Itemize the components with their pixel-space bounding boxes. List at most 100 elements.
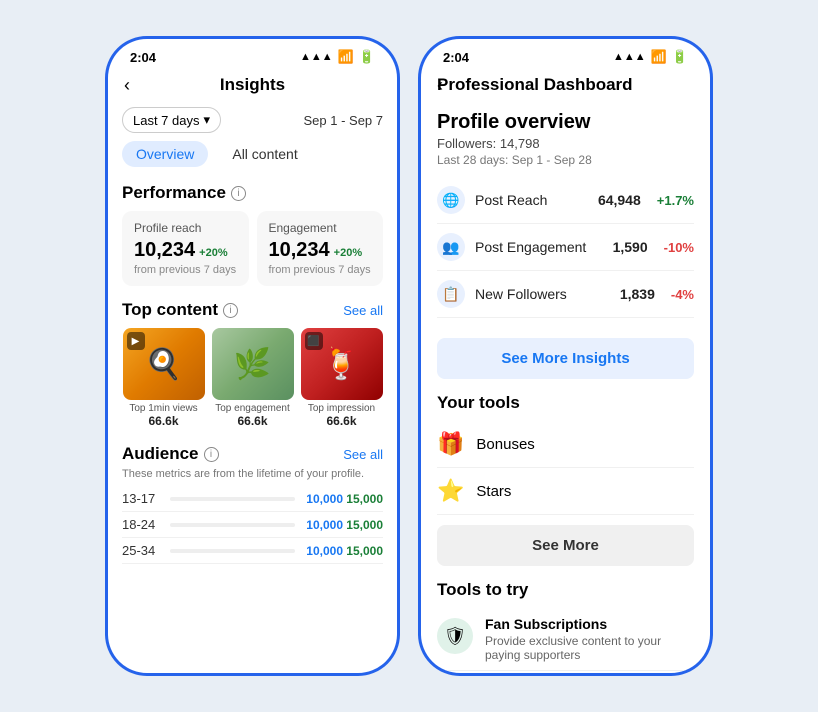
age-label-3: 25-34 [122,543,162,558]
date-range-button[interactable]: Last 7 days ▾ [122,107,221,133]
metric-engagement-from: from previous 7 days [269,264,372,276]
aud-val1-1: 10,000 [303,492,343,506]
post-engagement-value: 1,590 [613,239,648,255]
chevron-down-icon: ▾ [204,112,211,128]
signal-icon: ▲▲▲ [300,51,333,63]
audience-row-1: 13-17 10,000 15,000 [122,486,383,512]
metric-engagement-change: +20% [334,247,362,259]
profile-overview-title: Profile overview [437,111,694,134]
top-content-header: Top content i See all [108,296,397,328]
right-nav-title: Professional Dashboard [437,75,633,95]
aud-val2-3: 15,000 [343,544,383,558]
reel-icon: ⬛ [305,332,323,350]
new-followers-value: 1,839 [620,286,655,302]
your-tools-title: Your tools [437,393,694,413]
metric-engagement-value: 10,234 [269,239,330,262]
audience-subtitle: These metrics are from the lifetime of y… [122,468,383,480]
audience-section: Audience i See all These metrics are fro… [108,432,397,564]
content-thumb-3: 🍹 ⬛ Top impression 66.6k [300,328,383,428]
post-reach-icon: 🌐 [437,186,465,214]
metric-engagement-label: Engagement [269,221,372,235]
see-more-button[interactable]: See More [437,525,694,566]
top-content-see-all[interactable]: See all [343,303,383,318]
wifi-icon: 📶 [338,49,354,65]
aud-val1-2: 10,000 [303,518,343,532]
metric-card-engagement: Engagement 10,234 +20% from previous 7 d… [257,211,384,286]
performance-title-row: Performance i [108,177,397,211]
metric-reach-label: Profile reach [134,221,237,235]
left-status-icons: ▲▲▲ 📶 🔋 [300,49,375,65]
stat-row-new-followers: 📋 New Followers 1,839 -4% [437,271,694,318]
left-back-button[interactable]: ‹ [124,75,130,96]
performance-title: Performance [122,183,226,203]
thumb-label-1: Top 1min views [129,403,197,414]
audience-row-2: 18-24 10,000 15,000 [122,512,383,538]
date-range-label: Sep 1 - Sep 7 [304,113,384,128]
profile-overview-section: Profile overview Followers: 14,798 Last … [421,103,710,328]
stars-icon: ⭐ [437,478,464,504]
phones-container: 2:04 ▲▲▲ 📶 🔋 ‹ Insights Last 7 days ▾ Se… [85,16,733,696]
right-time: 2:04 [443,50,469,65]
try-item-fan-subscriptions[interactable]: 🛡 Fan Subscriptions Provide exclusive co… [437,608,694,671]
metric-card-reach: Profile reach 10,234 +20% from previous … [122,211,249,286]
post-reach-change: +1.7% [657,193,694,208]
tools-to-try-section: Tools to try 🛡 Fan Subscriptions Provide… [421,576,710,671]
right-phone: 2:04 ▲▲▲ 📶 🔋 ‹ Professional Dashboard Pr… [418,36,713,676]
post-engagement-label: Post Engagement [475,239,603,255]
new-followers-label: New Followers [475,286,610,302]
post-reach-label: Post Reach [475,192,588,208]
tab-overview[interactable]: Overview [122,141,208,167]
tool-item-stars[interactable]: ⭐ Stars [437,468,694,515]
performance-info-icon[interactable]: i [231,186,246,201]
right-status-icons: ▲▲▲ 📶 🔋 [613,49,688,65]
bonuses-label: Bonuses [476,436,534,453]
audience-title: Audience [122,444,199,464]
left-nav-title: Insights [220,75,285,95]
left-time: 2:04 [130,50,156,65]
content-thumb-1: 🍳 ▶ Top 1min views 66.6k [122,328,205,428]
top-content-title: Top content [122,300,218,320]
battery-icon-right: 🔋 [672,49,688,65]
tab-all-content[interactable]: All content [218,141,311,167]
post-reach-value: 64,948 [598,192,641,208]
tools-to-try-title: Tools to try [437,580,694,600]
age-label-1: 13-17 [122,491,162,506]
audience-row-3: 25-34 10,000 15,000 [122,538,383,564]
top-content-info-icon[interactable]: i [223,303,238,318]
age-label-2: 18-24 [122,517,162,532]
tool-item-bonuses[interactable]: 🎁 Bonuses [437,421,694,468]
thumb-count-2: 66.6k [237,414,267,428]
video-icon: ▶ [127,332,145,350]
battery-icon: 🔋 [359,49,375,65]
new-followers-icon: 📋 [437,280,465,308]
thumb-label-3: Top impression [308,403,375,414]
profile-date-range: Last 28 days: Sep 1 - Sep 28 [437,153,694,167]
content-images-row: 🍳 ▶ Top 1min views 66.6k 🌿 Top engagemen… [108,328,397,432]
post-engagement-icon: 👥 [437,233,465,261]
thumb-img-3: 🍹 ⬛ [301,328,383,400]
see-more-insights-button[interactable]: See More Insights [437,338,694,379]
profile-followers: Followers: 14,798 [437,136,694,151]
metric-reach-value: 10,234 [134,239,195,262]
thumb-count-1: 66.6k [148,414,178,428]
right-back-button[interactable]: ‹ [437,75,443,96]
content-thumb-2: 🌿 Top engagement 66.6k [211,328,294,428]
fan-subscriptions-label: Fan Subscriptions [485,616,694,632]
controls-row: Last 7 days ▾ Sep 1 - Sep 7 [108,103,397,141]
audience-info-icon[interactable]: i [204,447,219,462]
wifi-icon-right: 📶 [651,49,667,65]
fan-subscriptions-desc: Provide exclusive content to your paying… [485,634,694,662]
thumb-img-2: 🌿 [212,328,294,400]
left-status-bar: 2:04 ▲▲▲ 📶 🔋 [108,39,397,69]
fan-subscriptions-icon: 🛡 [437,618,473,654]
signal-icon-right: ▲▲▲ [613,51,646,63]
tabs-row: Overview All content [108,141,397,177]
left-phone: 2:04 ▲▲▲ 📶 🔋 ‹ Insights Last 7 days ▾ Se… [105,36,400,676]
right-status-bar: 2:04 ▲▲▲ 📶 🔋 [421,39,710,69]
bonuses-icon: 🎁 [437,431,464,457]
audience-see-all[interactable]: See all [343,447,383,462]
stars-label: Stars [476,483,511,500]
stat-row-engagement: 👥 Post Engagement 1,590 -10% [437,224,694,271]
new-followers-change: -4% [671,287,694,302]
post-engagement-change: -10% [664,240,694,255]
